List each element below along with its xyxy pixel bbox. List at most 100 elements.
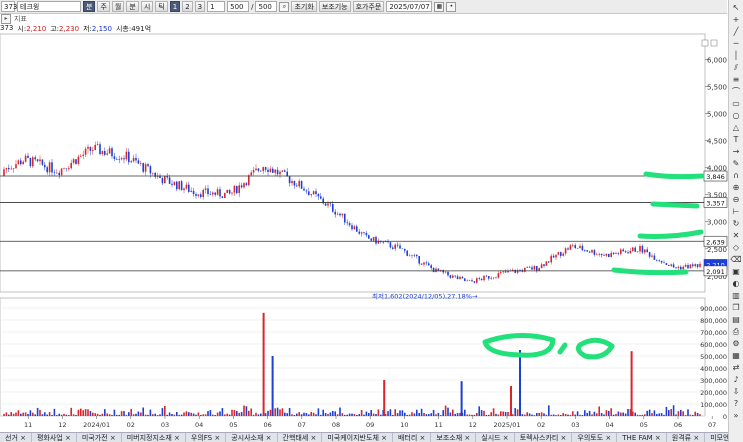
count-input[interactable]: 500 — [227, 1, 250, 12]
layout-tool-icon[interactable]: ▦ — [730, 350, 742, 361]
number-button-1[interactable]: 1 — [169, 1, 181, 12]
volume-tick-label: 300,000 — [700, 377, 727, 385]
date-input[interactable]: 2025/07/07 — [386, 1, 433, 12]
period-button-week[interactable]: 주 — [97, 1, 110, 12]
zoom-in-icon[interactable]: ⊕ — [730, 182, 742, 193]
pattern-tool-icon[interactable]: ◇ — [730, 242, 742, 253]
theme-tab[interactable]: 공시사소재 × — [226, 433, 278, 442]
candle-body — [147, 164, 149, 167]
unit-select[interactable]: 1 — [207, 1, 226, 12]
arrow-tool-icon[interactable]: → — [730, 146, 742, 157]
settings-tool-icon[interactable]: ⚙ — [730, 338, 742, 349]
volume-bar — [238, 412, 240, 416]
alarm-tool-icon[interactable]: ♪ — [730, 374, 742, 385]
period-button-month[interactable]: 월 — [111, 1, 125, 12]
pen-tool-icon[interactable]: ✎ — [730, 158, 742, 169]
theme-tab[interactable]: 미모엔대다 × — [705, 433, 728, 442]
volume-bar — [300, 414, 303, 416]
candle-body — [622, 249, 624, 252]
indicator-toggle-icon[interactable]: ▸ — [1, 14, 11, 24]
volume-bar — [490, 412, 492, 416]
magnet-tool-icon[interactable]: ∩ — [730, 170, 742, 181]
reset-button[interactable]: 초기화 — [291, 1, 317, 12]
gann-tool-icon[interactable]: ✕ — [730, 230, 742, 241]
candle-body — [514, 269, 516, 273]
theme-tab[interactable]: 우의FS × — [186, 433, 227, 442]
candle-body — [545, 261, 548, 266]
erase-tool-icon[interactable]: ⌫ — [730, 254, 742, 265]
theme-tab[interactable]: 선거 × — [0, 433, 32, 442]
panel-resize-icon[interactable] — [701, 39, 709, 47]
theme-tab[interactable]: 우의토도 × — [572, 433, 618, 442]
page-input[interactable]: 500 — [255, 1, 278, 12]
zoom-out-icon[interactable]: ⊖ — [730, 194, 742, 205]
line-tool-icon[interactable]: ╱ — [730, 26, 742, 37]
trash-tool-icon[interactable]: ▥ — [730, 290, 742, 301]
time-tick-label: 07 — [708, 421, 716, 429]
theme-tab[interactable]: 보조소재 × — [431, 433, 477, 442]
theme-tab[interactable]: 미국케이지반도체 × — [322, 433, 393, 442]
code-field[interactable]: 373 — [1, 1, 17, 12]
period-button-min[interactable]: 분 — [83, 1, 96, 12]
copy-tool-icon[interactable]: ❐ — [730, 302, 742, 313]
volume-bar — [106, 413, 108, 416]
theme-tab[interactable]: 미버지정지소재 × — [122, 433, 186, 442]
export-tool-icon[interactable]: ⇩ — [730, 386, 742, 397]
theme-tab[interactable]: 간핵태세 × — [278, 433, 323, 442]
theme-tab[interactable]: 실시드 × — [476, 433, 515, 442]
calendar-icon[interactable]: ▦ — [434, 1, 445, 12]
collapse-tool-icon[interactable]: » — [730, 410, 742, 421]
save-tool-icon[interactable]: ▤ — [730, 314, 742, 325]
volume-bar — [344, 414, 346, 416]
theme-tab[interactable]: 배터리 × — [393, 433, 432, 442]
stock-name-field[interactable]: 테크윙 — [17, 1, 81, 12]
help-tool-icon[interactable]: ? — [730, 398, 742, 409]
volume-bar — [416, 409, 418, 416]
volume-tick-label: 700,000 — [700, 329, 727, 337]
theme-tab[interactable]: 원격류 × — [667, 433, 706, 442]
channel-tool-icon[interactable]: ⫽ — [730, 62, 742, 73]
indicator-button[interactable]: 보조기능 — [318, 1, 351, 12]
circle-tool-icon[interactable]: ○ — [730, 110, 742, 121]
search-icon[interactable]: ⌕ — [279, 1, 290, 12]
compare-tool-icon[interactable]: ⇄ — [730, 362, 742, 373]
volume-bar — [368, 412, 370, 416]
crosshair-tool-icon[interactable]: + — [730, 14, 742, 25]
volume-bar — [605, 410, 608, 416]
hide-tool-icon[interactable]: ◐ — [730, 278, 742, 289]
candle-body — [255, 168, 257, 171]
panel-close-icon[interactable] — [710, 39, 718, 47]
print-tool-icon[interactable]: ⎙ — [730, 326, 742, 337]
candle-body — [216, 189, 219, 195]
volume-bar — [104, 409, 106, 416]
candle-body — [483, 275, 485, 281]
candle-body — [660, 260, 663, 263]
vline-tool-icon[interactable]: │ — [730, 50, 742, 61]
measure-tool-icon[interactable]: ⊢ — [730, 206, 742, 217]
cycle-tool-icon[interactable]: ↻ — [730, 218, 742, 229]
candle-body — [3, 169, 5, 176]
period-button-tick[interactable]: 틱 — [155, 1, 168, 12]
fibonacci-tool-icon[interactable]: ≡ — [730, 74, 742, 85]
theme-tab[interactable]: 토렉사스카티 × — [515, 433, 573, 442]
pin-icon[interactable]: • — [446, 1, 457, 12]
volume-bar — [240, 412, 243, 416]
arc-tool-icon[interactable]: ⌒ — [730, 86, 742, 97]
order-button[interactable]: 호가주문 — [352, 1, 385, 12]
number-button-3[interactable]: 3 — [194, 1, 206, 12]
number-button-2[interactable]: 2 — [182, 1, 193, 12]
triangle-tool-icon[interactable]: △ — [730, 122, 742, 133]
period-button-minute[interactable]: 분 — [126, 1, 139, 12]
volume-bar — [161, 408, 164, 416]
text-tool-icon[interactable]: T — [730, 134, 742, 145]
indicator-label[interactable]: 지표 — [14, 14, 27, 24]
theme-tab[interactable]: 미국가전 × — [77, 433, 122, 442]
rect-tool-icon[interactable]: ▭ — [730, 98, 742, 109]
theme-tab[interactable]: 평화사업 × — [32, 433, 77, 442]
lock-tool-icon[interactable]: ▣ — [730, 266, 742, 277]
theme-tab[interactable]: THE FAM × — [617, 433, 667, 442]
period-button-hour[interactable]: 시 — [140, 1, 154, 12]
cursor-tool-icon[interactable]: ↖ — [730, 2, 742, 13]
hline-tool-icon[interactable]: ─ — [730, 38, 742, 49]
price-volume-chart[interactable]: 6,0005,5005,0004,5004,0003,5003,0002,500… — [0, 0, 728, 432]
